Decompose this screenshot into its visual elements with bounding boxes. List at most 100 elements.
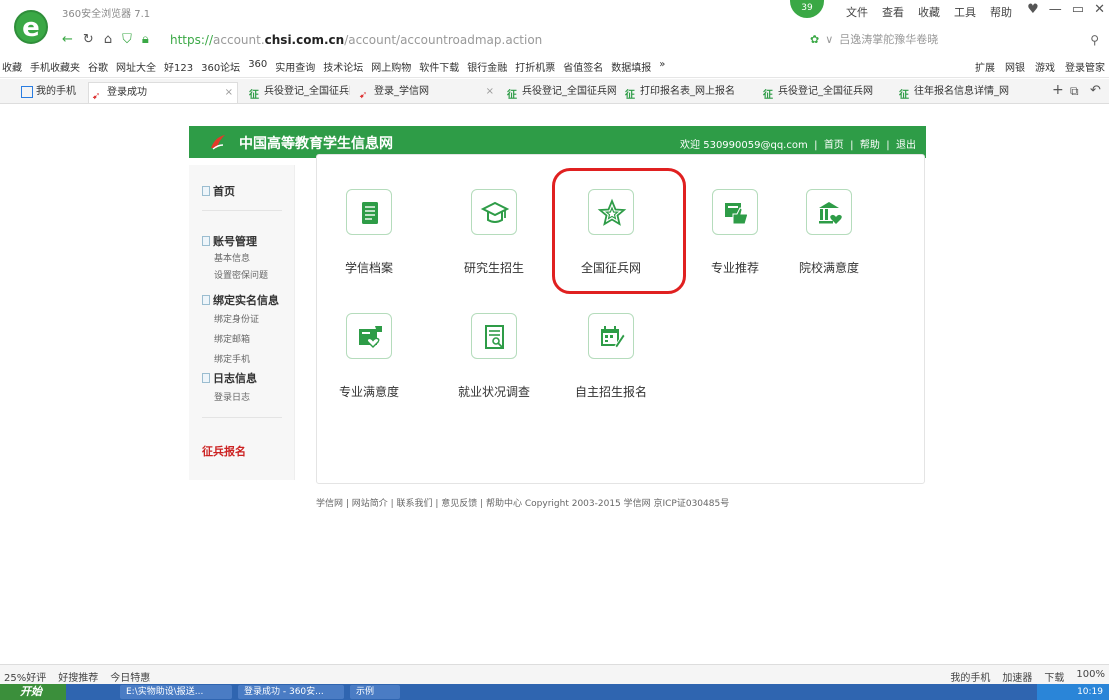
tile-label[interactable]: 自主招生报名 [556, 383, 666, 400]
taskbar-item-sample[interactable]: 示例 [350, 685, 400, 699]
bookmark-item[interactable]: 网址大全 [116, 59, 156, 74]
dropdown-icon[interactable]: ∨ [825, 33, 833, 46]
tile-employment-survey[interactable] [471, 313, 517, 359]
sidebar-item-account[interactable]: 账号管理 [202, 233, 257, 249]
shield-icon[interactable]: ⛉ [122, 32, 132, 47]
bookmark-item[interactable]: 数据填报 [611, 59, 651, 74]
tile-school-satisfaction[interactable] [806, 189, 852, 235]
divider [202, 417, 282, 418]
login-manager-button[interactable]: 登录管家 [1065, 59, 1105, 74]
book-icon [362, 202, 378, 224]
sidebar-item-security-question[interactable]: 设置密保问题 [214, 268, 268, 281]
site-footer: 学信网 | 网站简介 | 联系我们 | 意见反馈 | 帮助中心 Copyrigh… [316, 499, 730, 509]
sidebar-item-basic-info[interactable]: 基本信息 [214, 251, 250, 264]
back-icon[interactable]: ← [62, 32, 73, 47]
undo-icon[interactable]: ↶ [1090, 83, 1101, 98]
accelerator-button[interactable]: 加速器 [1002, 669, 1032, 684]
ebank-button[interactable]: 网银 [1005, 59, 1025, 74]
sidebar-item-bind-phone[interactable]: 绑定手机 [214, 352, 250, 365]
site-logo-icon[interactable] [209, 133, 227, 151]
thumbs-up-icon [725, 203, 748, 225]
nav-buttons: ← ↻ ⌂ ⛉ 🔒︎ [62, 32, 149, 47]
sidebar-item-home[interactable]: 首页 [202, 183, 235, 199]
sidebar-item-login-log[interactable]: 登录日志 [214, 390, 250, 403]
tile-label[interactable]: 院校满意度 [774, 259, 884, 276]
start-button[interactable]: 开始 [0, 684, 66, 700]
bookmark-item[interactable]: 好123 [164, 59, 193, 74]
site-title[interactable]: 中国高等教育学生信息网 [239, 133, 393, 153]
maximize-icon[interactable]: ▭ [1072, 2, 1084, 17]
tab-login-success[interactable]: ➹ 登录成功 × [88, 82, 238, 103]
window-title: 360安全浏览器 7.1 [62, 9, 151, 20]
home-icon[interactable]: ⌂ [104, 32, 112, 47]
tab-chsi-login[interactable]: ➹ 登录_学信网 × [356, 82, 498, 103]
tile-major-recommend[interactable] [712, 189, 758, 235]
zoom-level[interactable]: 100% [1076, 669, 1105, 684]
close-tab-icon[interactable]: × [225, 83, 233, 103]
tab-label: 我的手机 [36, 86, 76, 97]
bookmark-item[interactable]: 技术论坛 [323, 59, 363, 74]
tile-label[interactable]: 就业状况调查 [439, 383, 549, 400]
bookmark-item[interactable]: 收藏 [2, 59, 22, 74]
menu-view[interactable]: 查看 [882, 4, 904, 20]
notification-badge[interactable]: 39 [790, 0, 824, 18]
new-tab-icon[interactable]: + [1052, 82, 1064, 98]
page-icon [202, 236, 210, 246]
tile-label[interactable]: 学信档案 [314, 259, 424, 276]
my-phone-button[interactable]: 我的手机 [950, 669, 990, 684]
close-tab-icon[interactable]: × [486, 82, 494, 102]
bookmark-more[interactable]: » [659, 59, 665, 74]
sidebar-item-log[interactable]: 日志信息 [202, 370, 257, 386]
bookmark-item[interactable]: 省值签名 [563, 59, 603, 74]
search-icon[interactable]: ⚲ [1090, 33, 1099, 47]
taskbar-item-explorer[interactable]: E:\实物助设\报送... [120, 685, 232, 699]
tab-enlist-3[interactable]: 征兵役登记_全国征兵网 [760, 82, 890, 103]
tile-label[interactable]: 专业满意度 [314, 383, 424, 400]
search-input[interactable]: 吕逸涛掌舵豫华卷晓 [839, 31, 938, 47]
bookmark-item[interactable]: 360论坛 [201, 59, 240, 74]
taskbar-item-browser[interactable]: 登录成功 - 360安... [238, 685, 344, 699]
deals-link[interactable]: 今日特惠 [110, 669, 150, 684]
recommend-link[interactable]: 好搜推荐 [58, 669, 98, 684]
tab-enlist-1[interactable]: 征兵役登记_全国征兵网 [246, 82, 350, 103]
tab-my-phone[interactable]: 我的手机 [18, 82, 80, 103]
restore-tab-icon[interactable]: ⧉ [1070, 84, 1079, 99]
rating-link[interactable]: 25%好评 [4, 669, 46, 684]
tile-independent-enrollment[interactable] [588, 313, 634, 359]
refresh-icon[interactable]: ↻ [83, 32, 94, 47]
bookmark-item[interactable]: 360 [248, 59, 267, 74]
help-link[interactable]: 帮助 [860, 140, 880, 151]
bookmark-item[interactable]: 手机收藏夹 [30, 59, 80, 74]
bookmark-item[interactable]: 谷歌 [88, 59, 108, 74]
menu-file[interactable]: 文件 [846, 4, 868, 20]
sidebar-item-realname[interactable]: 绑定实名信息 [202, 292, 279, 308]
close-icon[interactable]: ✕ [1094, 2, 1105, 17]
tile-major-satisfaction[interactable] [346, 313, 392, 359]
tile-label[interactable]: 研究生招生 [439, 259, 549, 276]
minimize-icon[interactable]: — [1049, 2, 1062, 17]
url-input[interactable]: https://account.chsi.com.cn/account/acco… [170, 33, 542, 47]
tab-enlist-2[interactable]: 征兵役登记_全国征兵网 [504, 82, 616, 103]
tab-past-info[interactable]: 征往年报名信息详情_网 [896, 82, 1044, 103]
bookmark-item[interactable]: 实用查询 [275, 59, 315, 74]
bookmark-item[interactable]: 软件下载 [419, 59, 459, 74]
engine-icon[interactable]: ✿ [810, 33, 819, 46]
sidebar-item-enlist[interactable]: 征兵报名 [202, 443, 246, 459]
download-button[interactable]: 下载 [1044, 669, 1064, 684]
sidebar-item-bind-email[interactable]: 绑定邮箱 [214, 332, 250, 345]
extensions-button[interactable]: 扩展 [975, 59, 995, 74]
bookmark-item[interactable]: 网上购物 [371, 59, 411, 74]
skin-icon[interactable]: ♥ [1027, 2, 1039, 17]
bookmark-item[interactable]: 打折机票 [515, 59, 555, 74]
tile-graduate-admission[interactable] [471, 189, 517, 235]
sidebar-item-bind-id[interactable]: 绑定身份证 [214, 312, 259, 325]
home-link[interactable]: 首页 [824, 140, 844, 151]
tile-xuexin-archive[interactable] [346, 189, 392, 235]
logout-link[interactable]: 退出 [896, 140, 916, 151]
games-button[interactable]: 游戏 [1035, 59, 1055, 74]
menu-help[interactable]: 帮助 [990, 4, 1012, 20]
menu-favorites[interactable]: 收藏 [918, 4, 940, 20]
bookmark-item[interactable]: 银行金融 [467, 59, 507, 74]
tab-print-form[interactable]: 征打印报名表_网上报名 [622, 82, 752, 103]
menu-tools[interactable]: 工具 [954, 4, 976, 20]
